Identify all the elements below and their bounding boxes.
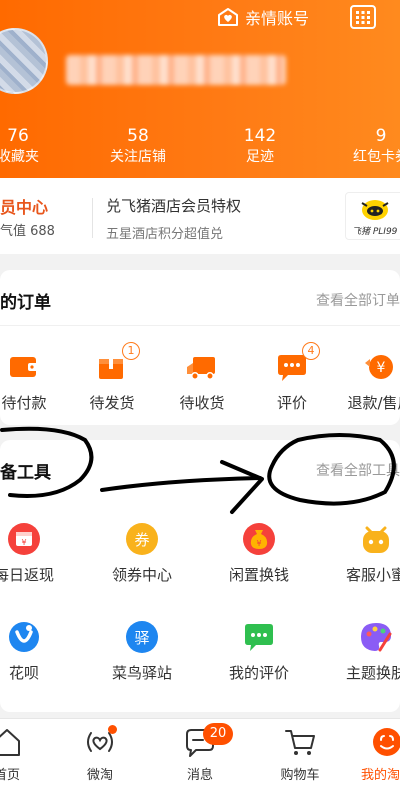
blurred-username [66, 55, 286, 85]
fliggy-pig-icon [361, 200, 389, 220]
view-all-tools-link[interactable]: 查看全部工具 [316, 460, 400, 480]
tab-label: 我的淘宝 [360, 768, 400, 783]
order-to-review[interactable]: 4 评价 [252, 342, 332, 413]
stat-label: 红包卡券 [353, 149, 400, 165]
stat-number: 76 [7, 126, 29, 146]
truck-icon [187, 357, 215, 380]
stat-followed-shops[interactable]: 58 关注店铺 [93, 126, 183, 168]
coupon-icon: 券 [126, 523, 158, 555]
palette-icon [361, 623, 392, 652]
tool-label: 客服小蜜 [345, 566, 400, 584]
member-promo-title: 兑飞猪酒店会员特权 [106, 197, 242, 215]
svg-text:¥: ¥ [256, 539, 261, 548]
tools-title: 备工具 [0, 463, 51, 483]
fliggy-promo-text: 飞猪 PLI99 [352, 227, 398, 237]
home-icon [0, 729, 20, 756]
refund-icon: ¥ [365, 355, 393, 379]
tool-sell-idle[interactable]: ¥ 闲置换钱 [219, 522, 299, 585]
tool-label: 花呗 [8, 664, 39, 682]
order-badge: 4 [302, 342, 320, 360]
tab-my-taobao[interactable]: 我的淘宝 [352, 725, 400, 783]
stat-footprints[interactable]: 142 足迹 [215, 126, 305, 168]
cart-icon [285, 730, 315, 755]
order-label: 退款/售后 [347, 394, 400, 412]
order-label: 评价 [276, 394, 307, 412]
bottom-tab-bar: 首页 微淘 20 消息 购物车 我的淘 [0, 718, 400, 789]
review-icon [245, 624, 273, 651]
stat-number: 142 [243, 126, 277, 146]
view-all-orders-link[interactable]: 查看全部订单 [316, 290, 400, 310]
tab-label: 购物车 [280, 768, 320, 783]
money-bag-icon: ¥ [243, 523, 275, 555]
tool-label: 闲置换钱 [228, 566, 289, 584]
fliggy-promo-image: 飞猪 PLI99 [345, 192, 400, 240]
member-center-title: 员中心 [0, 198, 49, 217]
tool-theme-skin[interactable]: 主题换肤 [336, 620, 400, 683]
family-icon [218, 8, 238, 26]
tool-label: 领券中心 [111, 566, 172, 584]
wallet-icon [10, 357, 38, 377]
stat-number: 9 [375, 126, 387, 146]
order-label: 待发货 [89, 394, 135, 412]
order-to-receive[interactable]: 待收货 [162, 350, 242, 413]
stats-row: 76 收藏夹 58 关注店铺 142 足迹 9 红包卡券 [0, 126, 400, 170]
me-icon [373, 728, 400, 756]
tool-label: 菜鸟驿站 [111, 664, 172, 682]
tab-home[interactable]: 首页 [0, 725, 42, 783]
tool-cainiao-station[interactable]: 驿 菜鸟驿站 [102, 620, 182, 683]
tool-label: 我的评价 [228, 664, 289, 682]
tab-messages[interactable]: 20 消息 [165, 723, 235, 783]
avatar[interactable] [0, 28, 48, 94]
divider [92, 198, 93, 238]
order-pending-payment[interactable]: 待付款 [0, 350, 64, 413]
order-label: 待付款 [1, 394, 47, 412]
family-account-label: 亲情账号 [245, 9, 310, 28]
order-refund[interactable]: ¥ 退款/售后 [340, 350, 400, 413]
tab-label: 消息 [186, 768, 213, 783]
member-points: 气值 688 [0, 224, 55, 239]
bot-icon [363, 526, 389, 553]
tab-cart[interactable]: 购物车 [265, 725, 335, 783]
tab-label: 微淘 [86, 768, 113, 783]
tool-daily-cashback[interactable]: ¥ 每日返现 [0, 522, 64, 585]
family-account-button[interactable]: 亲情账号 [217, 6, 309, 28]
station-icon: 驿 [126, 621, 158, 653]
tool-huabei[interactable]: 花呗 [0, 620, 64, 683]
stat-label: 关注店铺 [110, 149, 166, 165]
tool-coupon-center[interactable]: 券 领券中心 [102, 522, 182, 585]
stat-label: 收藏夹 [0, 149, 39, 165]
svg-text:¥: ¥ [377, 360, 386, 376]
svg-text:券: 券 [134, 531, 149, 549]
stat-label: 足迹 [246, 149, 274, 165]
message-count-badge: 20 [203, 723, 233, 745]
order-badge: 1 [122, 342, 140, 360]
stat-favorites[interactable]: 76 收藏夹 [0, 126, 63, 168]
svg-text:¥: ¥ [21, 538, 26, 547]
tab-weitao[interactable]: 微淘 [65, 725, 135, 783]
member-center-banner[interactable]: 员中心 气值 688 兑飞猪酒店会员特权 五星酒店积分超值兑 飞猪 PLI99 [0, 178, 400, 254]
huabei-icon [9, 622, 39, 652]
tab-label: 首页 [0, 768, 20, 783]
order-label: 待收货 [179, 394, 225, 412]
order-to-ship[interactable]: 1 待发货 [72, 342, 152, 413]
tool-customer-service[interactable]: 客服小蜜 [336, 522, 400, 585]
orders-title: 的订单 [0, 293, 51, 313]
my-orders-card: 的订单 查看全部订单 待付款 1 待发货 待收货 4 评价 ¥ 退款/售 [0, 270, 400, 425]
divider [0, 325, 400, 326]
calendar-icon: ¥ [8, 523, 40, 555]
stat-coupons[interactable]: 9 红包卡券 [336, 126, 400, 168]
profile-header: 亲情账号 76 收藏夹 58 关注店铺 142 足迹 9 红包卡券 [0, 0, 400, 178]
tool-label: 每日返现 [0, 566, 54, 584]
stat-number: 58 [127, 126, 149, 146]
member-promo-subtitle: 五星酒店积分超值兑 [106, 227, 224, 242]
my-tools-card: 备工具 查看全部工具 ¥ 每日返现 券 领券中心 ¥ 闲置换钱 客服小蜜 花呗 … [0, 440, 400, 712]
notification-dot [108, 725, 117, 734]
svg-text:驿: 驿 [134, 629, 149, 647]
tool-my-reviews[interactable]: 我的评价 [219, 620, 299, 683]
tool-label: 主题换肤 [345, 664, 400, 682]
calendar-grid-icon[interactable] [349, 4, 377, 30]
